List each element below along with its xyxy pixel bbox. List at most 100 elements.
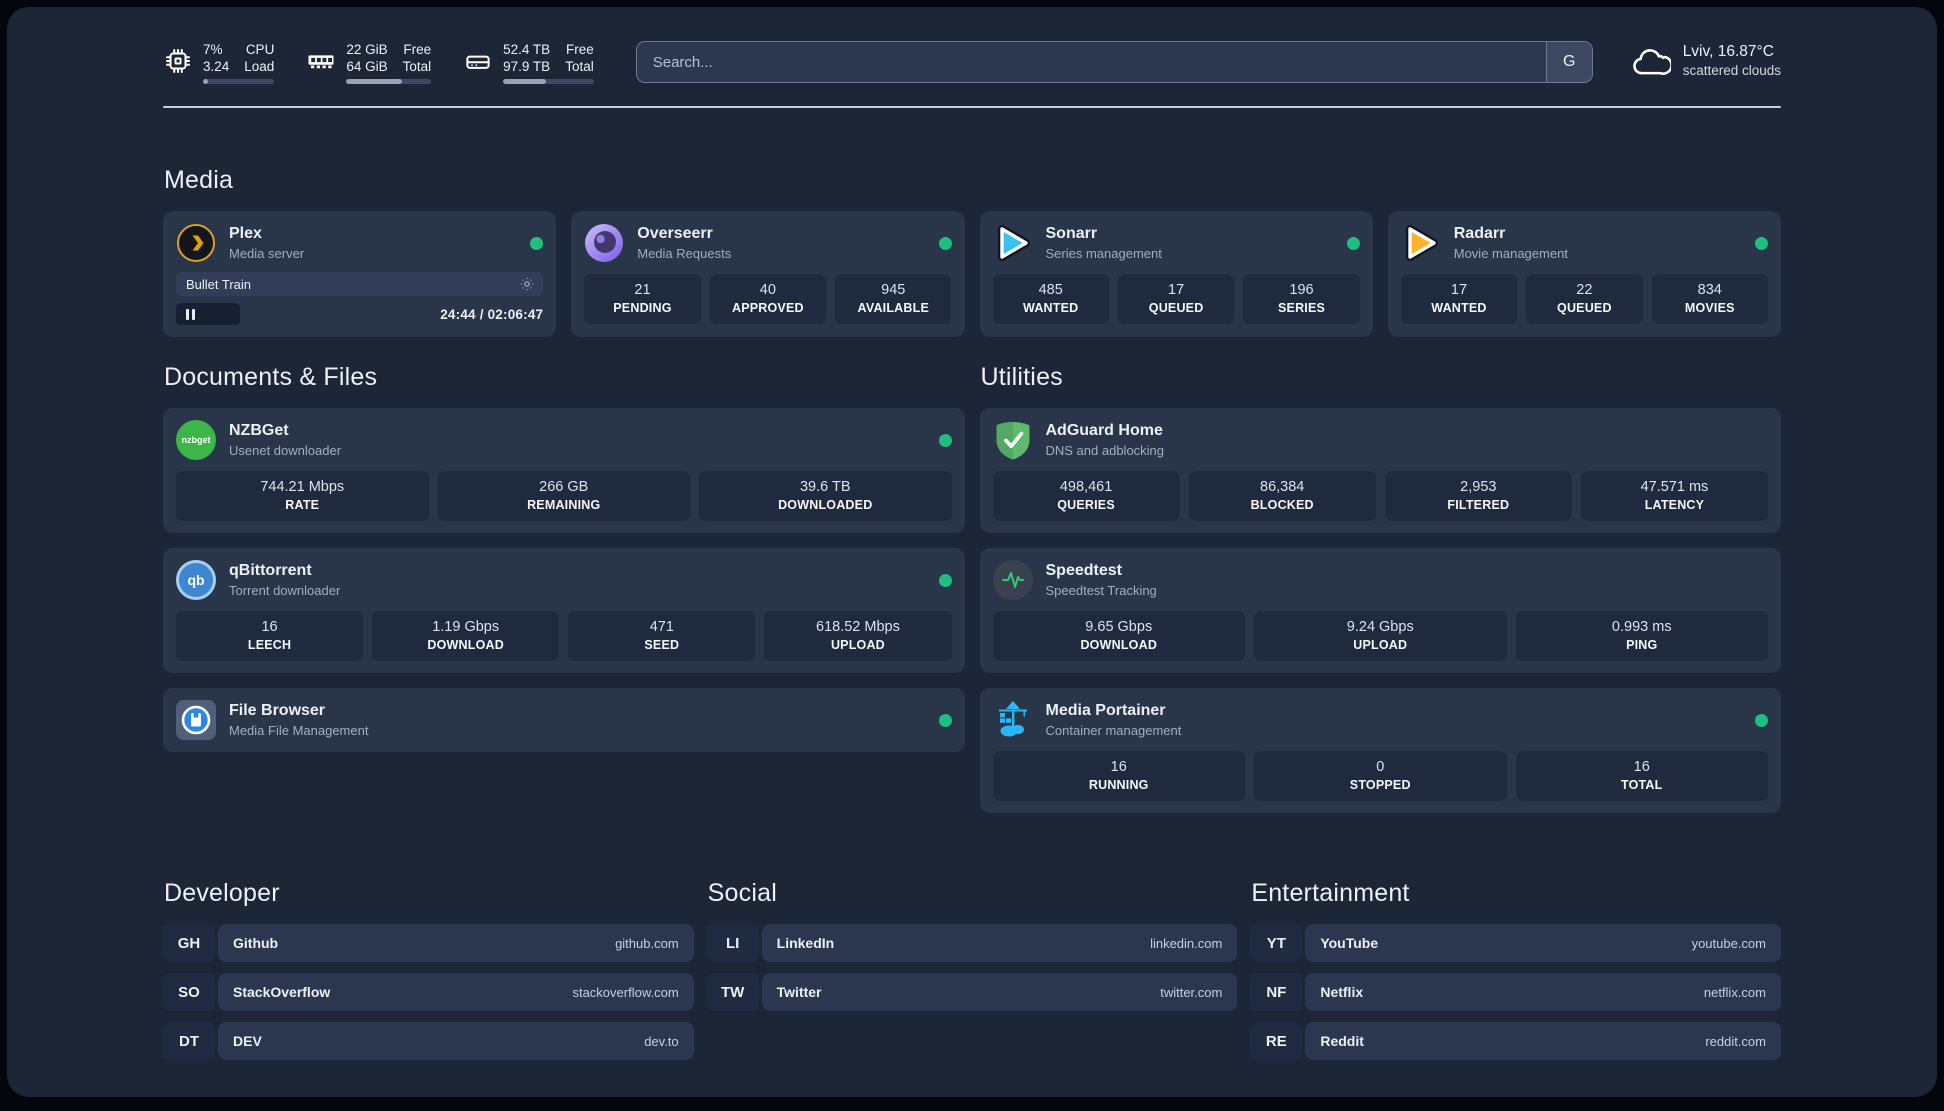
qbittorrent-icon: qb <box>176 560 216 600</box>
playback-time: 24:44 / 02:06:47 <box>440 306 544 322</box>
app-title: File Browser <box>229 702 326 719</box>
stat-tile-download: 1.19 Gbps DOWNLOAD <box>372 611 560 661</box>
bookmark-link-twitter[interactable]: TW Twitter twitter.com <box>706 973 1238 1011</box>
app-card-radarr[interactable]: Radarr Movie management 17 WANTED 22 QUE… <box>1387 211 1781 337</box>
memory-free-value: 22 GiB <box>346 42 388 57</box>
weather-location-temperature: Lviv, 16.87°C <box>1682 43 1774 60</box>
status-indicator <box>938 713 952 727</box>
app-card-adguard[interactable]: AdGuard Home DNS and adblocking 498,461 … <box>979 408 1781 533</box>
app-description: Container management <box>1045 723 1182 738</box>
stat-tile-rate: 744.21 Mbps RATE <box>176 471 429 521</box>
stat-tile-queued: 17 QUEUED <box>1117 274 1235 324</box>
stat-tile-download: 9.65 Gbps DOWNLOAD <box>992 611 1245 661</box>
bookmark-link-linkedin[interactable]: LI LinkedIn linkedin.com <box>706 924 1238 962</box>
section-title-media: Media <box>164 166 234 194</box>
status-indicator <box>938 573 952 587</box>
stat-tile-remaining: 266 GB REMAINING <box>437 471 690 521</box>
bookmark-abbr: LI <box>706 924 759 962</box>
stat-tile-downloaded: 39.6 TB DOWNLOADED <box>699 471 952 521</box>
pause-button[interactable] <box>176 303 240 325</box>
gear-icon[interactable] <box>519 276 535 292</box>
bookmark-abbr: TW <box>706 973 759 1011</box>
header: 7% 3.24 CPU Load 22 GiB 64 GiB Free Tota… <box>163 7 1781 84</box>
stat-tile-running: 16 RUNNING <box>992 751 1245 801</box>
memory-stat: 22 GiB 64 GiB Free Total <box>306 41 432 84</box>
cpu-stat: 7% 3.24 CPU Load <box>163 41 275 84</box>
app-card-overseerr[interactable]: Overseerr Media Requests 21 PENDING 40 A… <box>571 211 965 337</box>
app-description: DNS and adblocking <box>1045 443 1165 458</box>
bookmark-url: linkedin.com <box>1150 935 1223 951</box>
stat-tile-upload: 9.24 Gbps UPLOAD <box>1254 611 1507 661</box>
memory-progress-bar <box>346 79 432 84</box>
app-title: Plex <box>229 225 262 242</box>
status-indicator <box>530 236 544 250</box>
bookmark-abbr: YT <box>1250 924 1303 962</box>
bookmark-url: stackoverflow.com <box>572 984 679 1000</box>
plex-now-playing: Bullet Train 24:44 / 02:06:47 <box>176 272 544 325</box>
app-description: Usenet downloader <box>229 443 342 458</box>
stat-tile-ping: 0.993 ms PING <box>1515 611 1768 661</box>
stat-tile-wanted: 485 WANTED <box>992 274 1109 324</box>
system-stats: 7% 3.24 CPU Load 22 GiB 64 GiB Free Tota… <box>163 41 594 84</box>
stat-tile-available: 945 AVAILABLE <box>835 274 952 324</box>
bookmark-link-github[interactable]: GH Github github.com <box>163 924 694 962</box>
stat-tile-latency: 47.571 ms LATENCY <box>1580 471 1768 521</box>
app-title: Radarr <box>1453 225 1506 242</box>
app-description: Media Requests <box>637 246 732 261</box>
pause-icon <box>186 308 189 320</box>
app-card-plex[interactable]: Plex Media server Bullet Train 24:44 / 0… <box>163 211 557 337</box>
bookmark-abbr: SO <box>163 973 215 1011</box>
app-card-nzbget[interactable]: nzbget NZBGet Usenet downloader 744.21 M… <box>163 408 965 533</box>
storage-total-label: Total <box>565 59 594 74</box>
bookmark-link-netflix[interactable]: NF Netflix netflix.com <box>1250 973 1781 1011</box>
cloud-icon <box>1632 48 1671 75</box>
adguard-icon <box>993 420 1033 460</box>
app-card-portainer[interactable]: Media Portainer Container management 16 … <box>979 688 1781 813</box>
radarr-icon <box>1401 223 1441 263</box>
search-engine-button[interactable]: G <box>1545 42 1592 82</box>
section-title-documents: Documents & Files <box>164 363 378 391</box>
memory-total-label: Total <box>402 59 432 74</box>
bookmark-name: DEV <box>233 1033 262 1049</box>
search-input[interactable] <box>636 42 1546 82</box>
search-bar: G <box>635 41 1593 83</box>
storage-total-value: 97.9 TB <box>503 59 551 74</box>
app-card-filebrowser[interactable]: File Browser Media File Management <box>163 688 965 752</box>
cpu-progress-bar <box>203 79 275 84</box>
storage-free-label: Free <box>565 42 594 57</box>
app-description: Torrent downloader <box>229 583 341 598</box>
app-card-qbittorrent[interactable]: qb qBittorrent Torrent downloader 16 LEE… <box>163 548 965 673</box>
bookmark-link-stackoverflow[interactable]: SO StackOverflow stackoverflow.com <box>163 973 694 1011</box>
bookmark-link-youtube[interactable]: YT YouTube youtube.com <box>1250 924 1781 962</box>
stat-tile-queued: 22 QUEUED <box>1526 274 1643 324</box>
bookmark-link-reddit[interactable]: RE Reddit reddit.com <box>1250 1022 1781 1060</box>
bookmark-url: dev.to <box>644 1033 679 1049</box>
stat-tile-stopped: 0 STOPPED <box>1254 751 1507 801</box>
app-title: qBittorrent <box>229 562 312 579</box>
app-description: Media server <box>229 246 305 261</box>
status-indicator <box>1755 713 1768 727</box>
app-card-sonarr[interactable]: Sonarr Series management 485 WANTED 17 Q… <box>979 211 1373 337</box>
status-indicator <box>938 433 952 447</box>
cpu-load-label: Load <box>244 59 275 74</box>
section-title-utilities: Utilities <box>980 363 1063 391</box>
section-title-entertainment: Entertainment <box>1251 879 1410 907</box>
app-description: Speedtest Tracking <box>1045 583 1157 598</box>
memory-free-label: Free <box>403 42 432 57</box>
section-title-developer: Developer <box>164 879 280 907</box>
bookmark-url: youtube.com <box>1691 935 1766 951</box>
app-description: Movie management <box>1453 246 1568 261</box>
bookmark-name: StackOverflow <box>233 984 331 1000</box>
bookmark-link-dev[interactable]: DT DEV dev.to <box>163 1022 694 1060</box>
app-title: AdGuard Home <box>1045 422 1163 439</box>
app-card-speedtest[interactable]: Speedtest Speedtest Tracking 9.65 Gbps D… <box>979 548 1781 673</box>
storage-progress-bar <box>503 79 594 84</box>
storage-stat: 52.4 TB 97.9 TB Free Total <box>463 41 594 84</box>
status-indicator <box>1755 236 1768 250</box>
bookmark-name: Reddit <box>1320 1033 1364 1049</box>
status-indicator <box>1346 236 1360 250</box>
stat-tile-seed: 471 SEED <box>568 611 756 661</box>
stat-tile-blocked: 86,384 BLOCKED <box>1188 471 1376 521</box>
stat-tile-movies: 834 MOVIES <box>1651 274 1768 324</box>
app-title: NZBGet <box>229 422 289 439</box>
